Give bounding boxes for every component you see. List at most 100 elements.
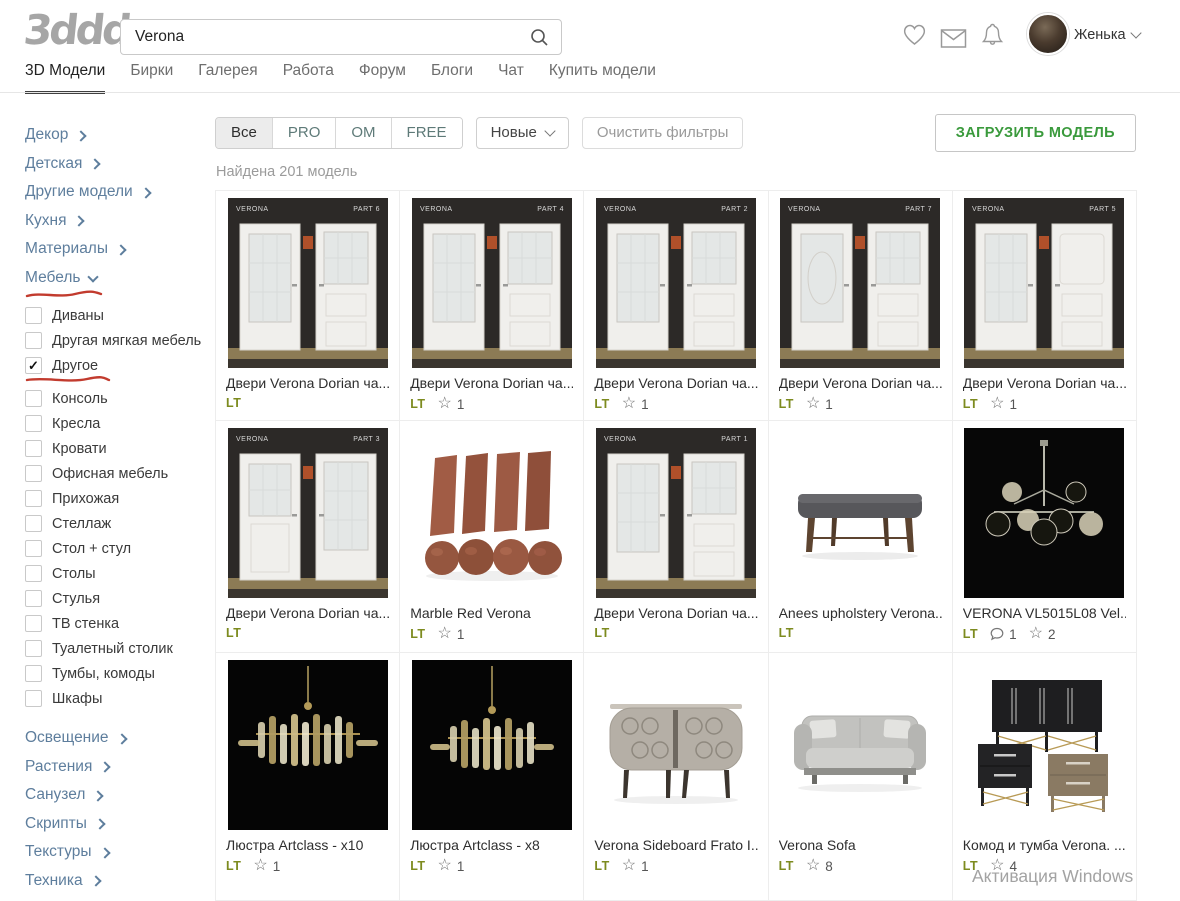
product-title[interactable]: Anees upholstery Verona...: [779, 605, 942, 621]
product-image[interactable]: VERONA PART 6: [226, 198, 389, 368]
upload-model-button[interactable]: ЗАГРУЗИТЬ МОДЕЛЬ: [934, 114, 1136, 152]
product-card[interactable]: VERONA PART 4 Двери Verona Dorian ча... L…: [400, 191, 585, 421]
product-card[interactable]: Комод и тумба Verona. ... LT ☆ 4: [952, 653, 1137, 901]
product-title[interactable]: Люстра Artclass - x8: [410, 837, 573, 853]
product-card[interactable]: VERONA PART 7 Двери Verona Dorian ча... L…: [768, 191, 953, 421]
product-image[interactable]: [963, 660, 1126, 830]
filter-kresla[interactable]: ✓Кресла: [25, 411, 211, 436]
product-title[interactable]: Комод и тумба Verona. ...: [963, 837, 1126, 853]
product-card[interactable]: VERONA PART 3 Двери Verona Dorian ча... L…: [216, 421, 401, 653]
filter-shkafy[interactable]: ✓Шкафы: [25, 686, 211, 711]
checkbox[interactable]: ✓: [25, 357, 42, 374]
filter-krovati[interactable]: ✓Кровати: [25, 436, 211, 461]
product-card[interactable]: VERONA PART 5 Двери Verona Dorian ча... L…: [952, 191, 1137, 421]
tab-buy-models[interactable]: Купить модели: [549, 62, 656, 94]
product-title[interactable]: Двери Verona Dorian ча...: [594, 375, 757, 391]
segment-om[interactable]: OM: [335, 118, 391, 148]
product-image[interactable]: VERONA PART 2: [594, 198, 757, 368]
checkbox[interactable]: ✓: [25, 665, 42, 682]
product-card[interactable]: VERONA PART 2 Двери Verona Dorian ча... L…: [584, 191, 769, 421]
checkbox[interactable]: ✓: [25, 515, 42, 532]
product-image[interactable]: VERONA PART 5: [963, 198, 1126, 368]
notifications-bell-icon[interactable]: [979, 21, 1006, 48]
search-input[interactable]: [121, 28, 530, 46]
sidebar-item-textures[interactable]: Текстуры: [25, 838, 211, 867]
product-card[interactable]: Anees upholstery Verona... LT☆: [768, 421, 953, 653]
checkbox[interactable]: ✓: [25, 615, 42, 632]
product-title[interactable]: Verona Sideboard Frato I...: [594, 837, 757, 853]
filter-tv-stenka[interactable]: ✓ТВ стенка: [25, 611, 211, 636]
product-title[interactable]: Marble Red Verona: [410, 605, 573, 621]
checkbox[interactable]: ✓: [25, 307, 42, 324]
favorites-heart-icon[interactable]: [901, 21, 928, 48]
checkbox[interactable]: ✓: [25, 565, 42, 582]
sidebar-item-decor[interactable]: Декор: [25, 121, 211, 150]
checkbox[interactable]: ✓: [25, 440, 42, 457]
product-card[interactable]: Verona Sideboard Frato I... LT ☆ 1: [584, 653, 769, 901]
tab-3d-models[interactable]: 3D Модели: [25, 62, 106, 94]
product-image[interactable]: [226, 660, 389, 830]
product-image[interactable]: [779, 428, 942, 598]
sidebar-item-furniture[interactable]: Мебель: [25, 264, 211, 293]
product-card[interactable]: VERONA PART 1 Двери Verona Dorian ча... L…: [584, 421, 769, 653]
product-image[interactable]: [779, 660, 942, 830]
checkbox[interactable]: ✓: [25, 390, 42, 407]
product-image[interactable]: VERONA PART 1: [594, 428, 757, 598]
product-title[interactable]: Двери Verona Dorian ча...: [410, 375, 573, 391]
sidebar-item-detskaya[interactable]: Детская: [25, 150, 211, 179]
product-title[interactable]: Двери Verona Dorian ча...: [963, 375, 1126, 391]
product-card[interactable]: Люстра Artclass - x10 LT ☆ 1: [216, 653, 401, 901]
product-title[interactable]: VERONA VL5015L08 Vel...: [963, 605, 1126, 621]
sidebar-item-other-models[interactable]: Другие модели: [25, 178, 211, 207]
user-menu[interactable]: Женька: [1074, 27, 1142, 43]
checkbox[interactable]: ✓: [25, 415, 42, 432]
filter-konsol[interactable]: ✓Консоль: [25, 386, 211, 411]
product-image[interactable]: VERONA PART 7: [779, 198, 942, 368]
checkbox[interactable]: ✓: [25, 590, 42, 607]
filter-ofisnaya[interactable]: ✓Офисная мебель: [25, 461, 211, 486]
filter-prihozhaya[interactable]: ✓Прихожая: [25, 486, 211, 511]
site-logo[interactable]: 3ddd: [21, 6, 131, 54]
filter-stellazh[interactable]: ✓Стеллаж: [25, 511, 211, 536]
filter-stulya[interactable]: ✓Стулья: [25, 586, 211, 611]
filter-drugaya-myagkaya[interactable]: ✓Другая мягкая мебель: [25, 328, 211, 353]
product-card[interactable]: Verona Sofa LT ☆ 8: [768, 653, 953, 901]
filter-divany[interactable]: ✓Диваны: [25, 303, 211, 328]
sort-dropdown[interactable]: Новые: [475, 117, 569, 149]
segment-pro[interactable]: PRO: [271, 118, 336, 148]
messages-envelope-icon[interactable]: [940, 25, 967, 52]
filter-tumby-komody[interactable]: ✓Тумбы, комоды: [25, 661, 211, 686]
sidebar-item-lighting[interactable]: Освещение: [25, 724, 211, 753]
product-title[interactable]: Двери Verona Dorian ча...: [594, 605, 757, 621]
product-title[interactable]: Verona Sofa: [779, 837, 942, 853]
product-card[interactable]: VERONA VL5015L08 Vel... LT 1 ☆ 2: [952, 421, 1137, 653]
sidebar-item-tech[interactable]: Техника: [25, 867, 211, 896]
tab-jobs[interactable]: Работа: [283, 62, 334, 94]
filter-stoly[interactable]: ✓Столы: [25, 561, 211, 586]
search-icon[interactable]: [530, 28, 549, 47]
checkbox[interactable]: ✓: [25, 490, 42, 507]
sidebar-item-scripts[interactable]: Скрипты: [25, 810, 211, 839]
product-card[interactable]: Marble Red Verona LT ☆ 1: [400, 421, 585, 653]
user-avatar[interactable]: [1027, 13, 1069, 55]
clear-filters-button[interactable]: Очистить фильтры: [581, 117, 744, 149]
filter-stol-stul[interactable]: ✓Стол + стул: [25, 536, 211, 561]
segment-free[interactable]: FREE: [390, 118, 462, 148]
segment-all[interactable]: Все: [216, 118, 272, 148]
checkbox[interactable]: ✓: [25, 540, 42, 557]
sidebar-item-kitchen[interactable]: Кухня: [25, 207, 211, 236]
tab-blogs[interactable]: Блоги: [431, 62, 473, 94]
checkbox[interactable]: ✓: [25, 332, 42, 349]
tab-forum[interactable]: Форум: [359, 62, 406, 94]
sidebar-item-bathroom[interactable]: Санузел: [25, 781, 211, 810]
product-image[interactable]: [410, 660, 573, 830]
filter-tualetny-stolik[interactable]: ✓Туалетный столик: [25, 636, 211, 661]
product-title[interactable]: Двери Verona Dorian ча...: [226, 605, 389, 621]
product-title[interactable]: Двери Verona Dorian ча...: [779, 375, 942, 391]
checkbox[interactable]: ✓: [25, 690, 42, 707]
product-title[interactable]: Двери Verona Dorian ча...: [226, 375, 389, 391]
sidebar-item-materials[interactable]: Материалы: [25, 235, 211, 264]
product-image[interactable]: VERONA PART 4: [410, 198, 573, 368]
product-image[interactable]: [963, 428, 1126, 598]
tab-chat[interactable]: Чат: [498, 62, 524, 94]
